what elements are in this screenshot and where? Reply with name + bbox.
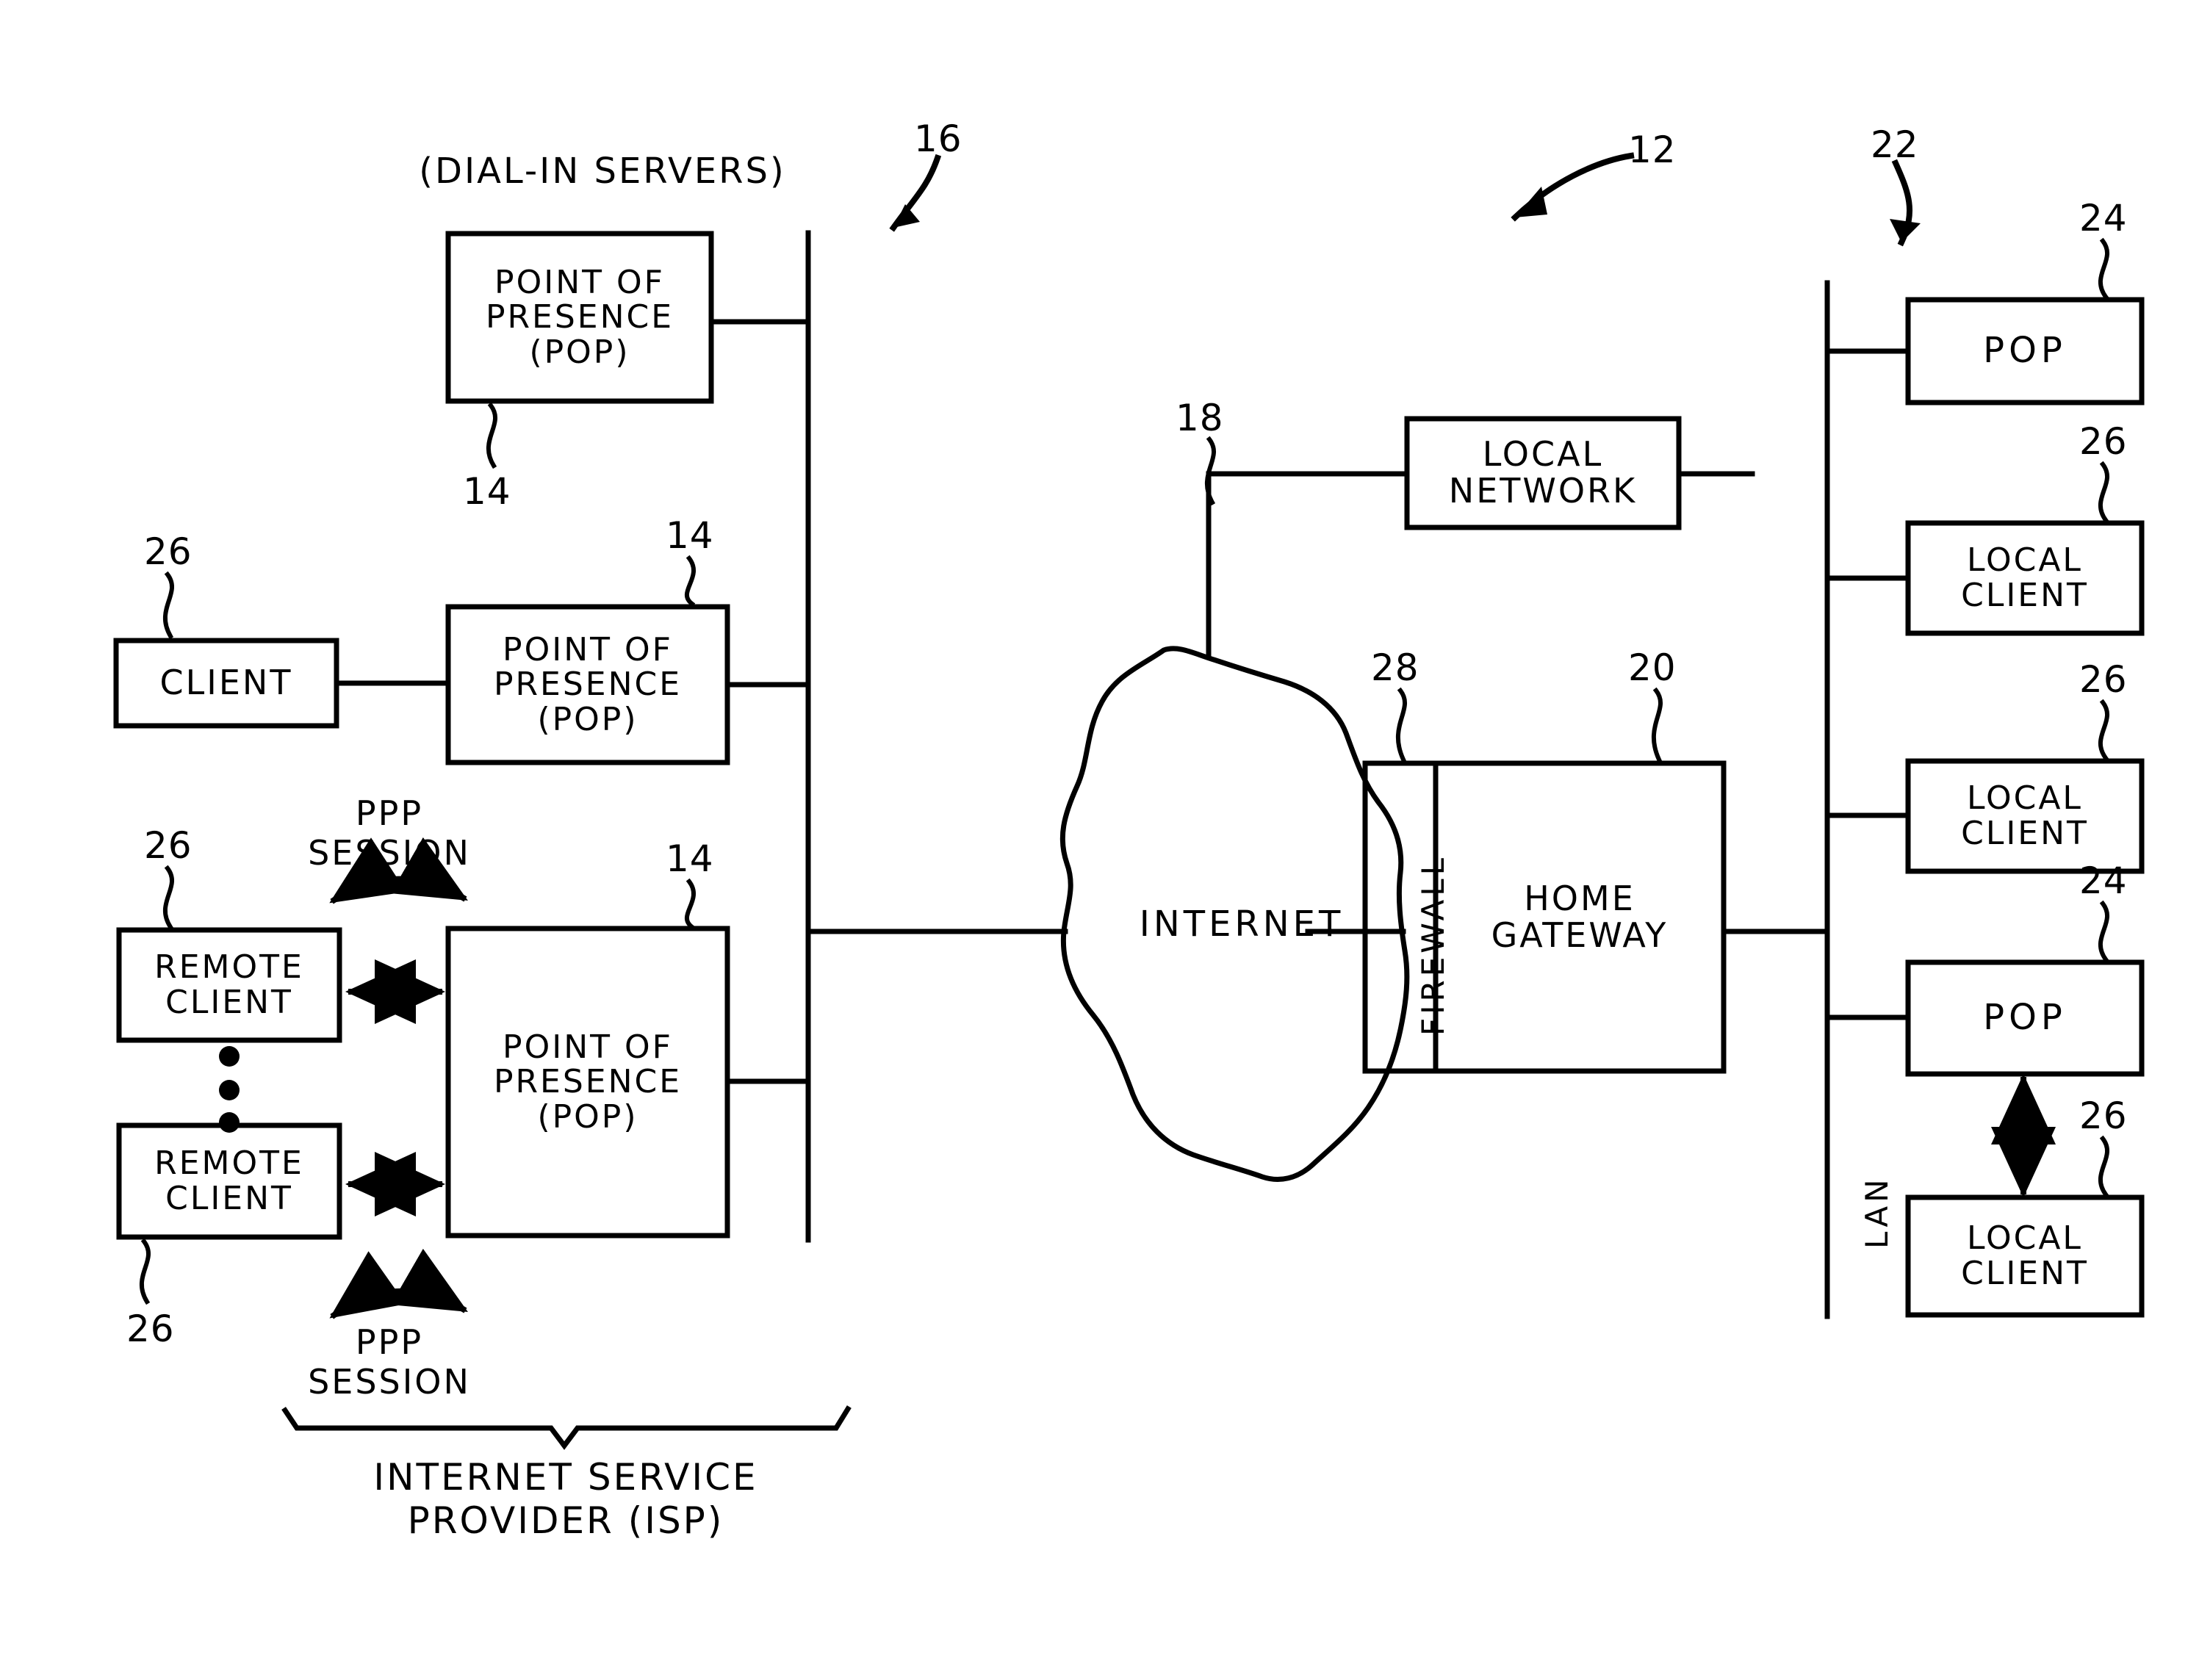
ref-numeral-16: 16 [914,118,962,160]
ref-numeral-26-client: 26 [144,530,192,573]
remote-clients-ellipsis [219,1046,240,1133]
pop-left-top-label: POINT OF PRESENCE (POP) [485,263,674,371]
ref-numeral-26-rc-top: 26 [144,824,192,867]
remote-client-bottom-label: REMOTE CLIENT [154,1144,304,1217]
figure-canvas: (DIAL-IN SERVERS) 16 12 22 24 26 26 24 2… [0,0,2188,1680]
ref-numeral-14-top: 14 [463,470,511,513]
internet-to-local-network-line [1206,471,1410,559]
ppp-curved-arrow-bottom [329,1248,468,1319]
local-client-3-label: LOCAL CLIENT [1961,1219,2089,1292]
client-label: CLIENT [159,663,293,703]
ref-numeral-26-lc2: 26 [2079,658,2128,701]
ppp-curved-arrow-top [329,837,468,904]
lan-label: LAN [1859,1175,1895,1249]
pop-right-bottom-label: POP [1983,997,2067,1039]
ref-numeral-26-lc3: 26 [2079,1095,2128,1137]
ref-numeral-28: 28 [1371,646,1419,689]
dial-in-servers-label: (DIAL-IN SERVERS) [419,151,786,192]
ppp-session-bottom-label: PPP SESSION [308,1322,471,1402]
local-network-label: LOCAL NETWORK [1448,434,1638,511]
pop-left-bottom-label: POINT OF PRESENCE (POP) [493,1028,683,1136]
ref-numeral-20: 20 [1628,646,1677,689]
ref-numeral-14-mid: 14 [666,514,714,557]
ref-numeral-12: 12 [1628,129,1677,171]
remote-client-top-label: REMOTE CLIENT [154,948,304,1021]
local-client-1-label: LOCAL CLIENT [1961,541,2089,614]
ref-numeral-22: 22 [1871,123,1919,166]
isp-group-label: INTERNET SERVICE PROVIDER (ISP) [373,1456,758,1542]
ref-numeral-18: 18 [1176,397,1224,439]
pop-right-top-label: POP [1983,330,2067,372]
ref-numeral-24-top: 24 [2079,197,2128,239]
isp-brace [281,1405,852,1450]
internet-label: INTERNET [1139,904,1345,945]
ref-numeral-14-bottom: 14 [666,837,714,880]
ref-numeral-26-rc-bottom: 26 [126,1308,175,1350]
local-client-2-label: LOCAL CLIENT [1961,779,2089,852]
home-gateway-label: HOME GATEWAY [1491,878,1669,955]
pop-left-mid-label: POINT OF PRESENCE (POP) [493,630,683,738]
ref-numeral-26-lc1: 26 [2079,420,2128,463]
ppp-session-top-label: PPP SESSION [308,793,471,873]
